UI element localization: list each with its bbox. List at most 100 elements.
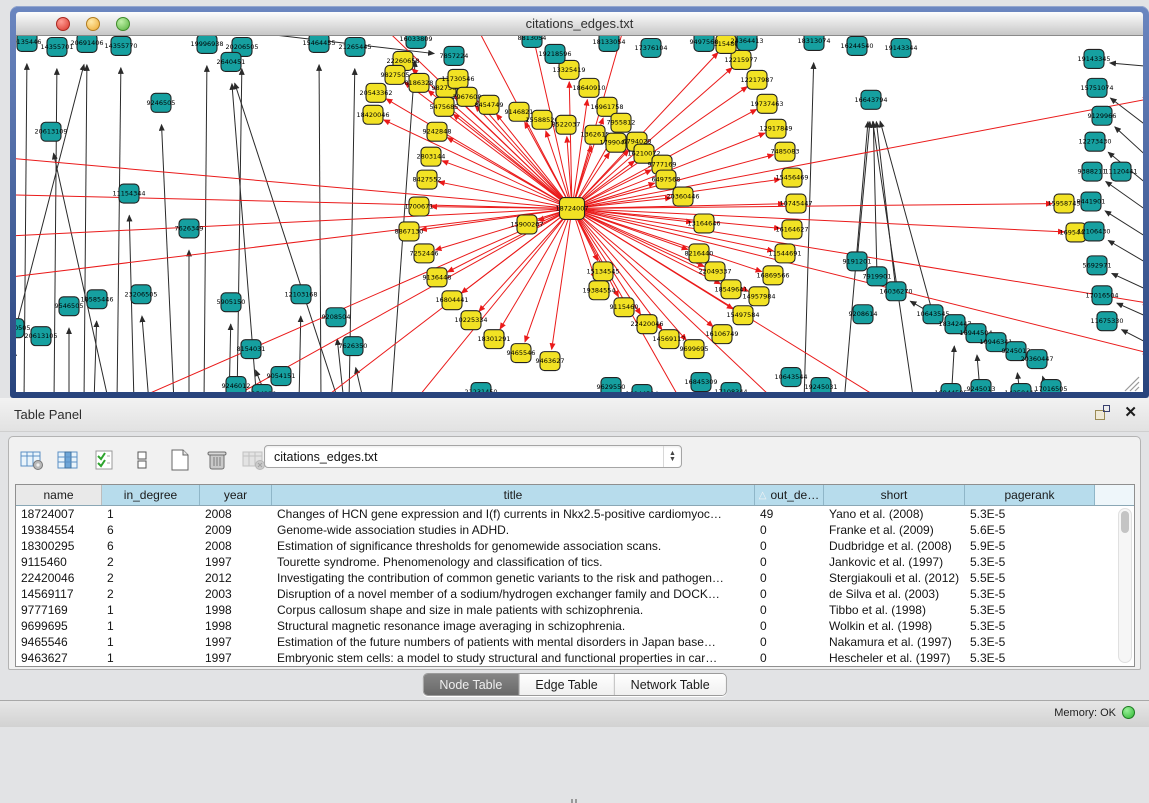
citation-edge[interactable] [1110,63,1143,66]
citation-edge[interactable] [1117,303,1143,315]
table-cell: 0 [755,522,824,538]
table-row[interactable]: 1872400712008Changes of HCN gene express… [16,506,1134,522]
table-cell: 0 [755,554,824,570]
graph-node-label: 11675330 [1090,317,1123,325]
resize-grip-icon[interactable] [1125,377,1139,391]
table-cell: 2009 [200,522,272,538]
graph-node-label: 8522037 [552,121,581,129]
citation-edge[interactable] [1108,240,1143,261]
table-scrollbar[interactable] [1118,508,1132,663]
network-window-titlebar[interactable]: citations_edges.txt [16,12,1143,36]
graph-node-label: 10643545 [916,310,949,318]
graph-node-label: 18313074 [797,37,830,45]
table-cell: 9115460 [16,554,102,570]
citation-edge[interactable] [204,66,207,392]
citation-network-graph[interactable]: 2226065898275058186328982750811730546205… [16,36,1143,392]
graph-node-label: 5475685 [430,103,459,111]
show-columns-icon[interactable] [56,448,82,472]
table-scrollbar-thumb[interactable] [1121,511,1129,533]
graph-node-label: 16033809 [399,36,432,43]
citation-edge[interactable] [1112,273,1143,288]
graph-node-label: 12215977 [724,56,757,64]
citation-edge[interactable] [94,321,97,392]
graph-node-label: 9546505 [55,302,84,310]
network-view-window[interactable]: citations_edges.txt 22260658982750581863… [10,6,1149,398]
citation-edge-selected[interactable] [16,154,572,209]
column-header-out_de[interactable]: △out_de… [755,485,824,505]
graph-node-label: 17016504 [1085,291,1118,299]
table-cell: Wolkin et al. (1998) [824,618,965,634]
graph-node-label: 9827505 [381,71,410,79]
table-cell: 0 [755,650,824,666]
citation-edge[interactable] [84,65,87,392]
citation-edge[interactable] [873,122,914,392]
table-cell: 2008 [200,506,272,522]
column-header-short[interactable]: short [824,485,965,505]
graph-node-label: 15751074 [1080,84,1113,92]
table-row[interactable]: 946554611997Estimation of the future num… [16,634,1134,650]
float-panel-icon[interactable] [1095,405,1110,420]
table-row[interactable]: 946362711997Embryonic stem cells: a mode… [16,650,1134,666]
graph-node-label: 20206505 [225,43,258,51]
citation-edge[interactable] [142,316,149,392]
column-header-in_degree[interactable]: in_degree [102,485,200,505]
citation-edge[interactable] [24,64,27,392]
table-cell: 0 [755,618,824,634]
citation-edge[interactable] [1115,127,1143,154]
graph-node-label: 7955812 [607,119,636,127]
table-panel-header: Table Panel ✕ [0,398,1149,432]
citation-edge[interactable] [1122,330,1143,341]
new-table-icon[interactable] [167,448,193,472]
table-cell: 0 [755,602,824,618]
table-cell: Tourette syndrome. Phenomenology and cla… [272,554,755,570]
column-header-name[interactable]: name [16,485,102,505]
table-row[interactable]: 1456911722003Disruption of a novel membe… [16,586,1134,602]
column-header-pagerank[interactable]: pagerank [965,485,1095,505]
graph-node-label: 9208614 [849,310,878,318]
table-row[interactable]: 2242004622012Investigating the contribut… [16,570,1134,586]
table-row[interactable]: 977716911998Corpus callosum shape and si… [16,602,1134,618]
citation-edge-selected[interactable] [572,209,704,267]
column-header-title[interactable]: title [272,485,755,505]
graph-node-label: 9463627 [536,357,565,365]
table-cell: Investigating the contribution of common… [272,570,755,586]
citation-edge-selected[interactable] [279,209,572,392]
table-cell: 0 [755,570,824,586]
graph-node-label: 11120441 [1104,168,1137,176]
close-panel-icon[interactable]: ✕ [1124,405,1137,420]
row-height-icon[interactable] [130,448,156,472]
tab-edge-table[interactable]: Edge Table [519,674,614,695]
citation-edge[interactable] [117,68,121,392]
table-row[interactable]: 969969511998Structural magnetic resonanc… [16,618,1134,634]
table-row[interactable]: 911546021997Tourette syndrome. Phenomeno… [16,554,1134,570]
citation-edge[interactable] [54,69,57,392]
memory-indicator[interactable]: Memory: OK [1054,706,1135,719]
graph-node-label: 16869566 [756,271,789,279]
tab-node-table[interactable]: Node Table [423,674,519,695]
table-cell: 1 [102,602,200,618]
citation-edge[interactable] [1105,211,1143,236]
graph-node-label: 6497568 [652,176,681,184]
network-table-selector[interactable]: citations_edges.txt ▲▼ [264,445,682,468]
citation-edge[interactable] [857,122,870,262]
column-header-year[interactable]: year [200,485,272,505]
table-cell: 5.3E-5 [965,506,1095,522]
table-row[interactable]: 1938455462009Genome-wide association stu… [16,522,1134,538]
graph-node-label: 9465546 [507,349,536,357]
citation-edge[interactable] [1106,182,1143,209]
table-cell: Estimation of significance thresholds fo… [272,538,755,554]
table-cell: 1997 [200,650,272,666]
citation-edge[interactable] [54,153,109,392]
tab-network-table[interactable]: Network Table [615,674,726,695]
table-settings-icon[interactable] [19,448,45,472]
graph-node-label: 8154031 [237,345,266,353]
splitter-handle[interactable] [571,799,578,803]
table-row[interactable]: 1830029562008Estimation of significance … [16,538,1134,554]
graph-node-label: 5905150 [217,298,246,306]
graph-node-label: 16106749 [705,330,738,338]
sort-ascending-icon: △ [759,490,767,501]
table-cell: 18724007 [16,506,102,522]
network-canvas[interactable]: 2226065898275058186328982750811730546205… [16,36,1143,392]
select-columns-icon[interactable] [93,448,119,472]
delete-columns-icon[interactable] [204,448,230,472]
